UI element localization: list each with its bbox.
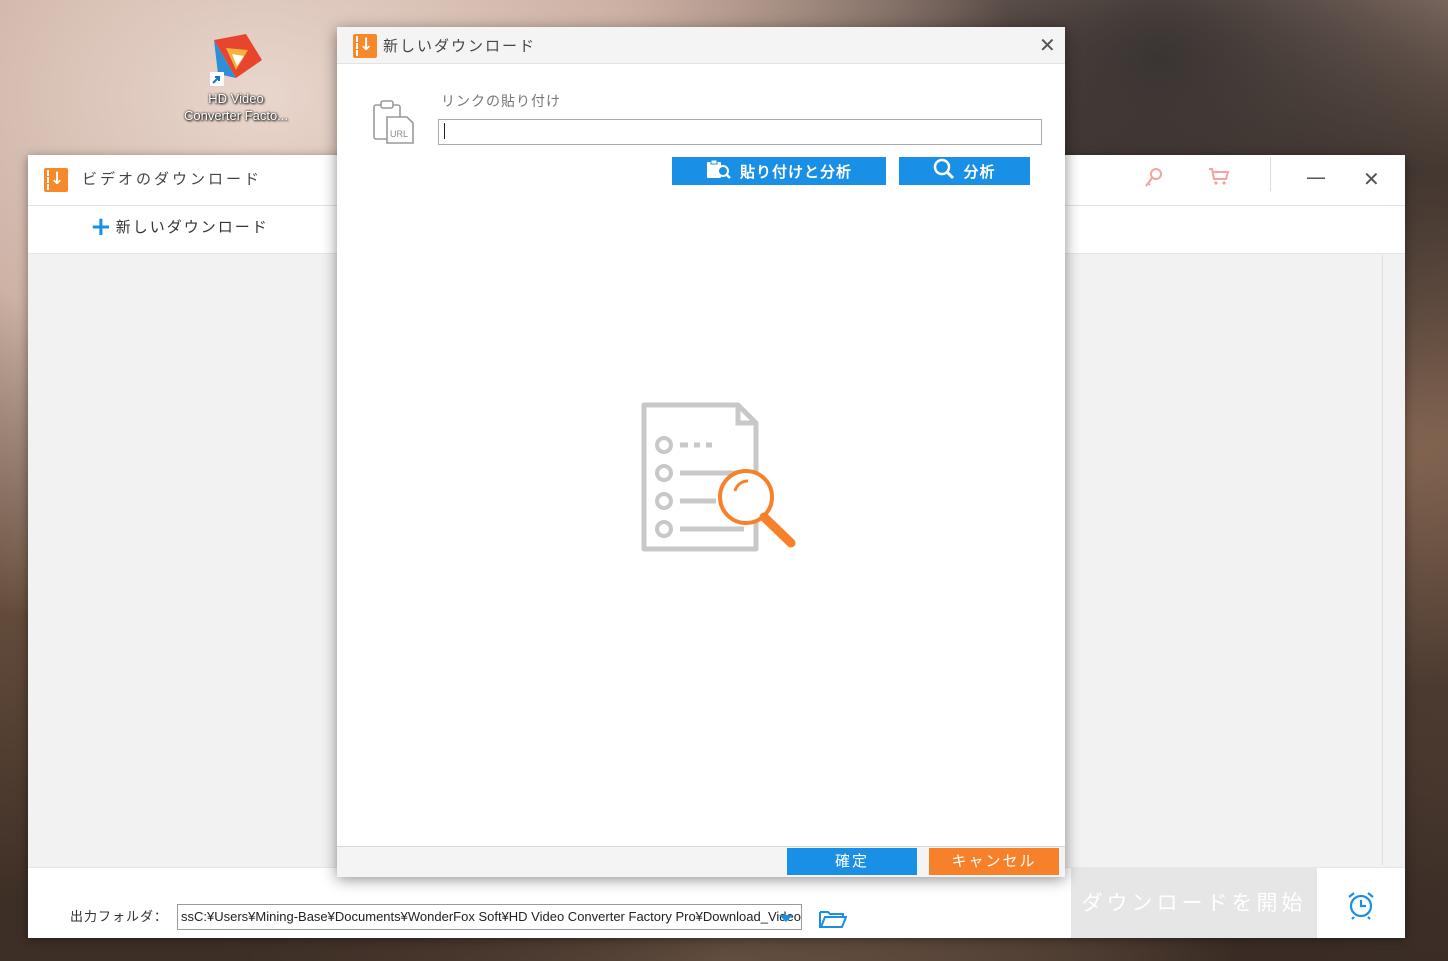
desktop-shortcut-hd-video-converter[interactable]: HD Video Converter Facto... xyxy=(176,30,296,124)
new-download-dialog: ↓ 新しいダウンロード ✕ URL リンクの貼り付け 貼り付けと分析 分析 確定… xyxy=(337,27,1065,877)
titlebar-separator xyxy=(1270,157,1271,191)
new-download-button[interactable]: + 新しいダウンロード xyxy=(90,211,269,242)
new-download-label: 新しいダウンロード xyxy=(115,218,269,236)
analyze-button[interactable]: 分析 xyxy=(899,157,1030,185)
cancel-button[interactable]: キャンセル xyxy=(929,848,1059,875)
empty-list-search-illustration xyxy=(636,399,801,559)
output-folder-path-select[interactable]: ssC:¥Users¥Mining-Base¥Documents¥WonderF… xyxy=(177,904,802,930)
paste-search-icon xyxy=(706,159,732,183)
minimize-button[interactable]: — xyxy=(1306,165,1326,189)
main-bottom-bar: 出力フォルダ： ssC:¥Users¥Mining-Base¥Documents… xyxy=(28,867,1405,938)
clipboard-url-icon: URL xyxy=(373,99,415,145)
hd-video-converter-app-icon xyxy=(206,30,266,90)
text-caret xyxy=(444,123,445,139)
main-window-title: ビデオのダウンロード xyxy=(82,170,263,188)
close-button[interactable]: ✕ xyxy=(1363,167,1380,191)
alarm-clock-icon[interactable] xyxy=(1346,890,1376,920)
open-folder-icon[interactable] xyxy=(819,909,848,928)
plus-icon: + xyxy=(90,211,112,242)
svg-text:URL: URL xyxy=(390,129,408,139)
key-icon[interactable] xyxy=(1144,167,1164,194)
paste-and-analyze-label: 貼り付けと分析 xyxy=(739,162,852,181)
download-list-scrollbar[interactable] xyxy=(1382,255,1383,865)
dialog-titlebar: ↓ 新しいダウンロード ✕ xyxy=(337,27,1065,64)
desktop-icon-label-line2: Converter Facto... xyxy=(183,108,289,123)
dialog-footer: 確定 キャンセル xyxy=(337,846,1065,877)
desktop-icon-label-line1: HD Video xyxy=(208,91,264,106)
url-input[interactable] xyxy=(438,119,1042,145)
dialog-app-logo-icon: ↓ xyxy=(353,34,377,58)
dialog-title: 新しいダウンロード xyxy=(383,37,537,55)
paste-and-analyze-button[interactable]: 貼り付けと分析 xyxy=(672,157,886,185)
start-download-button[interactable]: ダウンロードを開始 xyxy=(1071,868,1317,938)
dialog-close-button[interactable]: ✕ xyxy=(1039,33,1056,57)
cart-icon[interactable] xyxy=(1208,167,1230,192)
ok-button[interactable]: 確定 xyxy=(787,848,917,875)
paste-link-label: リンクの貼り付け xyxy=(441,94,561,110)
app-logo-icon: ↓ xyxy=(44,168,68,192)
analyze-label: 分析 xyxy=(963,162,996,181)
chevron-down-icon[interactable] xyxy=(779,915,793,922)
output-folder-label: 出力フォルダ： xyxy=(70,910,169,925)
search-icon xyxy=(933,158,955,184)
